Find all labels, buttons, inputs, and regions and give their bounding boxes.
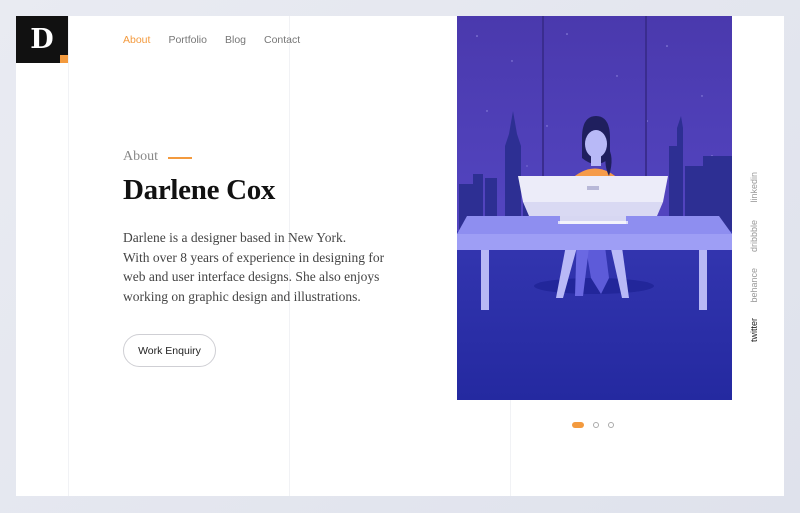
illustration-svg xyxy=(457,16,732,400)
main-nav: About Portfolio Blog Contact xyxy=(123,34,318,46)
hero-illustration xyxy=(457,16,732,400)
social-links: linkedin dribbble behance twitter xyxy=(749,166,767,346)
grid-line xyxy=(68,16,69,496)
person-neck xyxy=(591,156,601,166)
social-link-linkedin[interactable]: linkedin xyxy=(749,172,767,203)
table-leg xyxy=(699,250,707,310)
carousel-dot[interactable] xyxy=(572,422,584,428)
nav-item-contact[interactable]: Contact xyxy=(264,34,300,46)
nav-item-about[interactable]: About xyxy=(123,34,150,46)
monitor-stand-base xyxy=(558,221,628,224)
social-link-dribbble[interactable]: dribbble xyxy=(749,220,767,252)
section-label-dash xyxy=(168,157,192,159)
logo[interactable]: D xyxy=(16,16,68,63)
monitor-logo xyxy=(587,186,599,190)
table-leg xyxy=(481,250,489,310)
page-card: D About Portfolio Blog Contact About Dar… xyxy=(16,16,784,496)
section-label-text: About xyxy=(123,149,158,164)
table-edge xyxy=(457,234,732,250)
monitor-body xyxy=(523,202,663,216)
logo-accent xyxy=(60,55,68,63)
nav-item-blog[interactable]: Blog xyxy=(225,34,246,46)
bio-line: working on graphic design and illustrati… xyxy=(123,288,361,304)
social-link-twitter[interactable]: twitter xyxy=(749,318,767,342)
social-link-behance[interactable]: behance xyxy=(749,268,767,303)
carousel-dot[interactable] xyxy=(593,422,599,428)
carousel-dots xyxy=(572,422,614,428)
work-enquiry-button[interactable]: Work Enquiry xyxy=(123,334,216,367)
person-face xyxy=(585,130,607,158)
carousel-dot[interactable] xyxy=(608,422,614,428)
nav-item-portfolio[interactable]: Portfolio xyxy=(168,34,207,46)
page-title: Darlene Cox xyxy=(123,174,276,206)
logo-letter: D xyxy=(30,24,54,55)
bio-line: With over 8 years of experience in desig… xyxy=(123,249,385,265)
bio-line: Darlene is a designer based in New York. xyxy=(123,230,347,245)
bio-paragraph: Darlene is a designer based in New York.… xyxy=(123,228,393,306)
section-label: About xyxy=(123,149,192,165)
bio-line: web and user interface designs. She also… xyxy=(123,269,380,284)
